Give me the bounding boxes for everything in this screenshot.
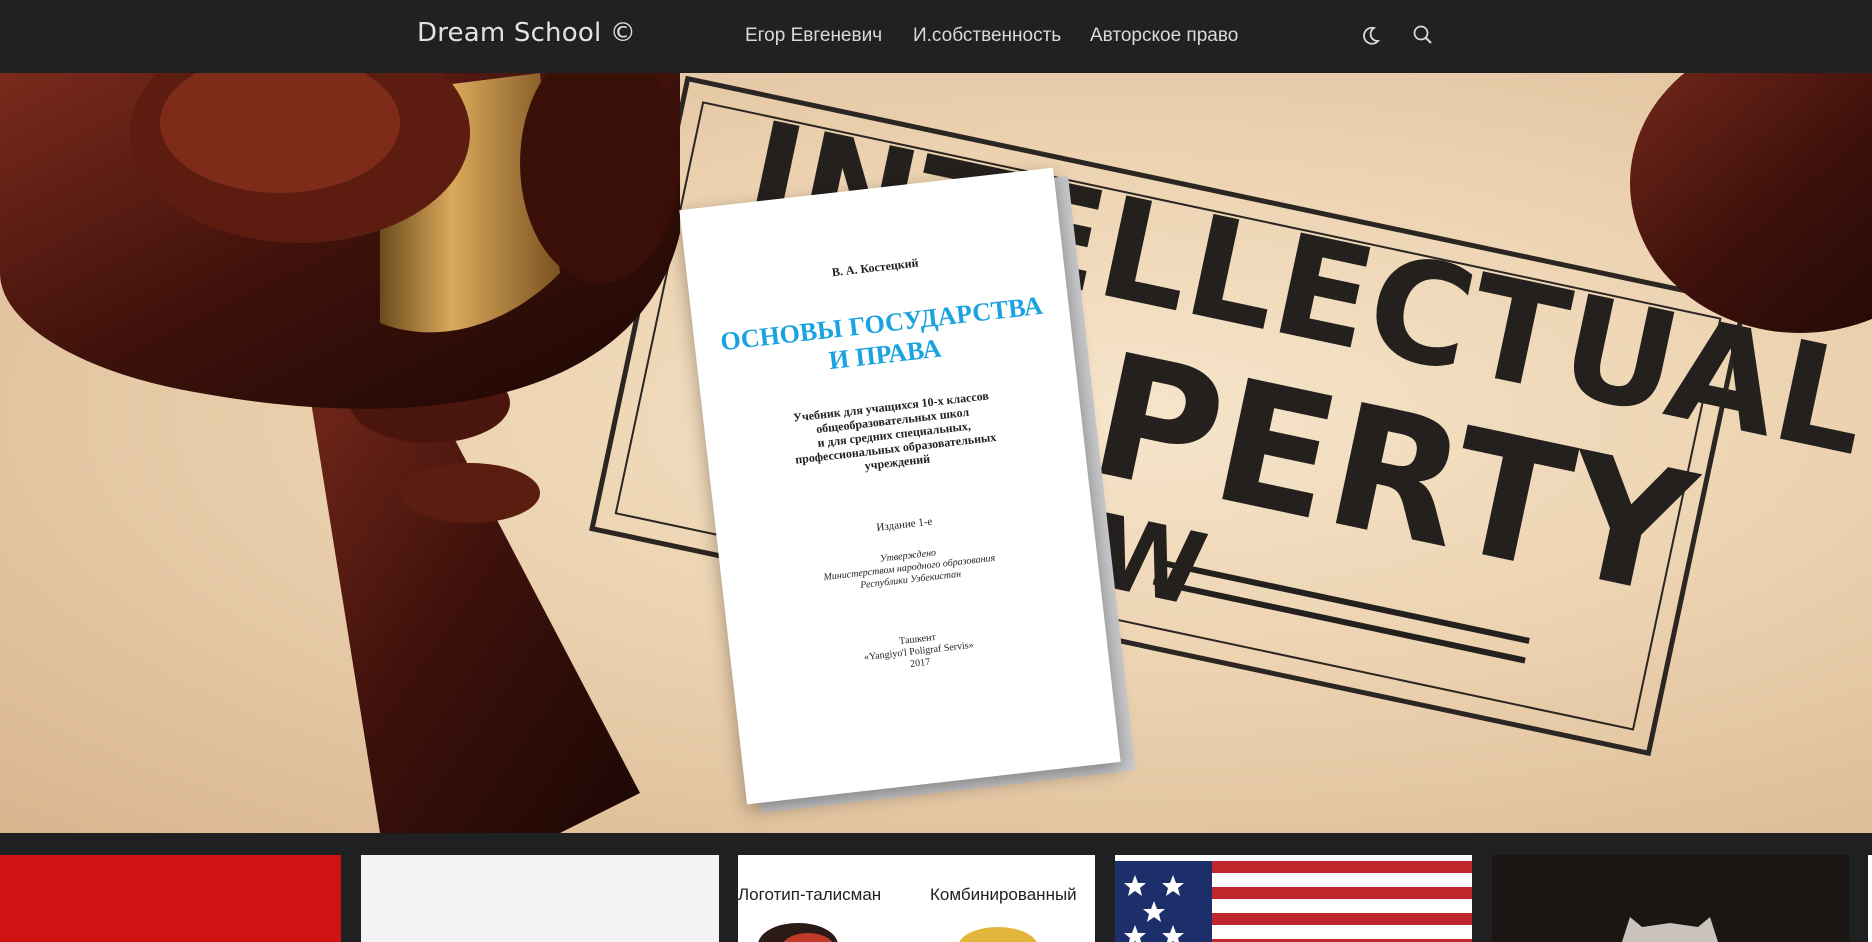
book-subtitle: Учебник для учащихся 10-х классов общеоб… [792, 388, 997, 473]
top-navbar: Dream School © Егор Евгеневич И.собствен… [0, 0, 1872, 73]
hero-banner: INTELLECTUAL PROPERTY LAW В. А. Костецки… [0, 73, 1872, 833]
textbook-cover: В. А. Костецкий ОСНОВЫ ГОСУДАРСТВА И ПРА… [679, 167, 1136, 813]
nav-link-property[interactable]: И.собственность [913, 25, 1061, 47]
logo-samples-graphic [758, 923, 1037, 942]
book-edition: Издание 1-е [875, 515, 933, 534]
site-brand[interactable]: Dream School © [417, 18, 636, 48]
search-icon[interactable] [1408, 20, 1438, 50]
post-card-logo-types[interactable]: Логотип-талисман Комбинированный [738, 855, 1095, 942]
book-approval: Утверждено Министерством народного образ… [822, 547, 996, 592]
moon-icon[interactable] [1355, 20, 1385, 50]
dark-card-image [1622, 917, 1718, 942]
post-card-blank[interactable] [361, 855, 719, 942]
post-card-us-flag[interactable] [1115, 855, 1472, 942]
book-publisher: Ташкент «Yangiyo'l Poligraf Servis» 2017 [863, 631, 975, 670]
nav-link-author[interactable]: Егор Евгеневич [745, 25, 882, 47]
book-title: ОСНОВЫ ГОСУДАРСТВА И ПРАВА [718, 290, 1045, 376]
post-card-red[interactable] [0, 855, 341, 942]
nav-link-copyright[interactable]: Авторское право [1090, 25, 1238, 47]
book-author: В. А. Костецкий [831, 255, 920, 280]
post-card-partial[interactable] [1868, 855, 1872, 942]
gavel-head [0, 73, 680, 409]
post-card-dark[interactable] [1492, 855, 1849, 942]
us-flag-image [1115, 855, 1472, 942]
